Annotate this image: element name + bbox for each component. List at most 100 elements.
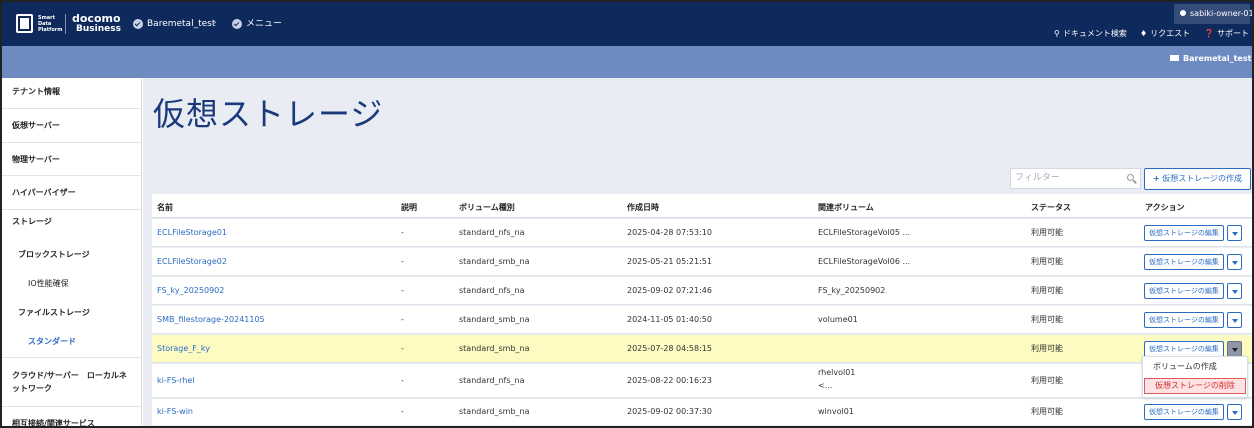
logo-divider [65,14,66,34]
sub-header [2,46,1252,78]
action-dropdown-button-open[interactable] [1227,341,1242,357]
column-header-status[interactable]: ステータス [1031,202,1071,213]
storage-name-link[interactable]: ECLFileStorage02 [157,257,227,267]
tenant-selector[interactable]: Baremetal_test [1170,54,1252,64]
sidebar: テナント情報 仮想サーバー 物理サーバー ハイパーバイザー ストレージ ブロック… [2,78,142,426]
plus-icon: + [1152,174,1160,183]
column-header-volume-type[interactable]: ボリューム種別 [459,202,515,213]
column-header-related-volume[interactable]: 関連ボリューム [818,202,874,213]
action-dropdown-menu: ボリュームの作成 仮想ストレージの削除 [1142,356,1248,398]
check-circle-icon [133,19,143,29]
sidebar-item-cloud-local-network[interactable]: クラウド/サーバー ローカルネットワーク [2,365,142,407]
request-link[interactable]: ♦ リクエスト [1140,29,1190,39]
action-dropdown-button[interactable] [1227,283,1242,299]
volume-type: standard_smb_na [459,257,530,266]
column-header-name[interactable]: 名前 [157,202,173,213]
sidebar-item-standard[interactable]: スタンダード [2,336,142,347]
sidebar-item-block-storage[interactable]: ブロックストレージ [2,249,142,260]
column-header-action: アクション [1145,203,1185,212]
table-row-selected: Storage_F_ky - standard_smb_na 2025-07-2… [152,335,1252,363]
sidebar-item-interconnect[interactable]: 相互接続/関連サービス [2,418,142,426]
edit-storage-button[interactable]: 仮想ストレージの編集 [1144,404,1224,420]
check-circle-icon [232,19,242,29]
volume-type: standard_smb_na [459,407,530,416]
action-dropdown-button[interactable] [1227,404,1242,420]
storage-description: - [401,376,404,385]
table-row: ECLFileStorage02 - standard_smb_na 2025-… [152,248,1252,276]
status-text: 利用可能 [1031,407,1063,416]
status-text: 利用可能 [1031,376,1063,385]
filter-input[interactable]: フィルター [1010,168,1141,189]
related-volume: volume01 [818,315,858,324]
status-text: 利用可能 [1031,286,1063,295]
storage-name-link[interactable]: FS_ky_20250902 [157,286,224,296]
server-icon [1170,55,1179,61]
table-row: ECLFileStorage01 - standard_nfs_na 2025-… [152,219,1252,247]
menu-item-create-volume[interactable]: ボリュームの作成 [1143,360,1247,374]
created-at: 2025-07-28 04:58:15 [627,344,712,353]
created-at: 2025-09-02 07:21:46 [627,286,712,295]
storage-name-link[interactable]: ki-FS-win [157,407,193,417]
sidebar-item-physical-server[interactable]: 物理サーバー [2,143,142,176]
related-volume: ECLFileStorageVol06 ... [818,257,911,266]
storage-description: - [401,407,404,416]
sidebar-item-tenant-info[interactable]: テナント情報 [2,78,142,109]
sdp-logo-icon [16,14,33,33]
top-header: Smart Data Platform docomo Business Bare… [2,2,1252,46]
column-header-description[interactable]: 説明 [401,202,417,213]
related-volume: ECLFileStorageVol05 ... [818,228,911,237]
page-title: 仮想ストレージ [153,95,384,133]
breadcrumb-menu[interactable]: メニュー [246,19,282,30]
menu-item-delete-storage[interactable]: 仮想ストレージの削除 [1144,378,1246,394]
created-at: 2025-09-02 00:37:30 [627,407,712,416]
user-name: sabiki-owner-01 [1190,9,1254,18]
status-text: 利用可能 [1031,315,1063,324]
storage-name-link[interactable]: Storage_F_ky [157,344,210,354]
app-window: Smart Data Platform docomo Business Bare… [0,0,1254,428]
edit-storage-button[interactable]: 仮想ストレージの編集 [1144,312,1224,328]
storage-name-link[interactable]: ki-FS-rhel [157,376,195,386]
table-row: FS_ky_20250902 - standard_nfs_na 2025-09… [152,277,1252,305]
docomo-business-logo[interactable]: docomo Business [72,13,121,35]
status-text: 利用可能 [1031,257,1063,266]
sidebar-divider [2,357,142,358]
table-row: ki-FS-win - standard_smb_na 2025-09-02 0… [152,399,1252,425]
edit-storage-button[interactable]: 仮想ストレージの編集 [1144,225,1224,241]
sidebar-item-storage[interactable]: ストレージ [2,216,142,227]
created-at: 2024-11-05 01:40:50 [627,315,712,324]
created-at: 2025-04-28 07:53:10 [627,228,712,237]
edit-storage-button[interactable]: 仮想ストレージの編集 [1144,254,1224,270]
action-dropdown-button[interactable] [1227,254,1242,270]
action-dropdown-button[interactable] [1227,312,1242,328]
storage-description: - [401,344,404,353]
user-icon [1180,10,1186,16]
document-search-link[interactable]: ⚲ ドキュメント検索 [1054,29,1127,39]
sidebar-item-io-performance[interactable]: IO性能確保 [2,278,142,289]
related-volume: rhelvol01 [818,368,856,377]
sidebar-item-file-storage[interactable]: ファイルストレージ [2,307,142,318]
table-header: 名前 説明 ボリューム種別 作成日時 関連ボリューム ステータス アクション [152,194,1252,218]
related-volume-more[interactable]: <... [818,381,832,391]
related-volume: FS_ky_20250902 [818,286,886,295]
storage-description: - [401,228,404,237]
sdp-logo-text: Smart Data Platform [38,15,63,33]
storage-name-link[interactable]: ECLFileStorage01 [157,228,227,238]
create-storage-button[interactable]: + 仮想ストレージの作成 [1144,168,1251,190]
volume-type: standard_smb_na [459,344,530,353]
sidebar-item-hypervisor[interactable]: ハイパーバイザー [2,176,142,210]
bell-icon: ♦ [1140,29,1148,38]
status-text: 利用可能 [1031,228,1063,237]
sidebar-item-virtual-server[interactable]: 仮想サーバー [2,109,142,143]
breadcrumb-tenant[interactable]: Baremetal_test [147,19,215,30]
support-link[interactable]: ❓ サポート [1204,29,1249,39]
edit-storage-button[interactable]: 仮想ストレージの編集 [1144,283,1224,299]
search-icon [1127,174,1134,181]
created-at: 2025-05-21 05:21:51 [627,257,712,266]
help-icon: ❓ [1204,29,1214,38]
chevron-right-icon: › [213,18,217,28]
edit-storage-button[interactable]: 仮想ストレージの編集 [1144,341,1224,357]
storage-name-link[interactable]: SMB_filestorage-20241105 [157,315,265,325]
column-header-created[interactable]: 作成日時 [627,202,659,213]
action-dropdown-button[interactable] [1227,225,1242,241]
user-menu-button[interactable]: sabiki-owner-01 [1174,4,1252,24]
